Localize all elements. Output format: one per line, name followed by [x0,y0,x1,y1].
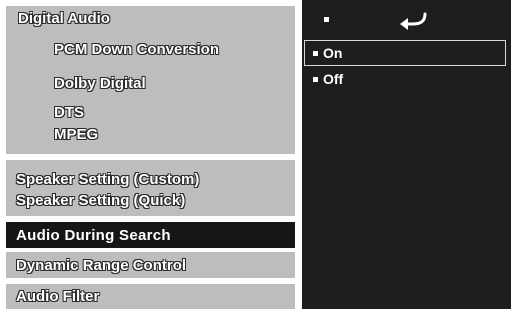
menu-item-dolby-digital[interactable]: Dolby Digital [54,75,146,93]
settings-menu: Digital Audio PCM Down Conversion Dolby … [0,0,298,309]
option-off-label[interactable]: Off [323,71,343,87]
options-header [302,4,511,32]
audio-settings-screen: Digital Audio PCM Down Conversion Dolby … [0,0,511,309]
menu-item-mpeg[interactable]: MPEG [54,126,98,144]
menu-item-dts[interactable]: DTS [54,104,84,122]
return-icon[interactable] [394,10,434,30]
menu-item-audio-during-search[interactable]: Audio During Search [16,227,171,245]
menu-item-pcm-down-conversion[interactable]: PCM Down Conversion [54,41,219,59]
menu-item-dynamic-range-control[interactable]: Dynamic Range Control [16,257,186,275]
option-on[interactable]: On [304,40,506,66]
menu-item-speaker-setting-custom[interactable]: Speaker Setting (Custom) [16,171,199,189]
bullet-icon [313,77,318,82]
menu-item-audio-filter[interactable]: Audio Filter [16,288,99,306]
digital-audio-group [6,6,295,154]
bullet-icon [313,51,318,56]
menu-item-digital-audio[interactable]: Digital Audio [18,10,110,28]
menu-item-speaker-setting-quick[interactable]: Speaker Setting (Quick) [16,192,185,210]
bullet-icon [324,17,329,22]
options-panel: On Off [302,0,511,309]
option-on-label: On [323,45,343,61]
